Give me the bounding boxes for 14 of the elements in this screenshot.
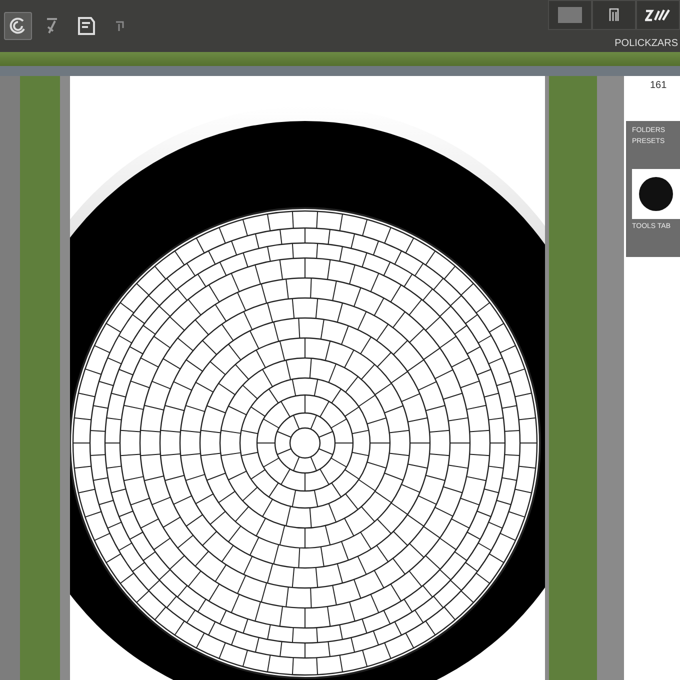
brush-icon <box>45 17 59 35</box>
color-swatch-button[interactable] <box>548 0 592 30</box>
tool-button[interactable] <box>4 12 32 40</box>
thumbnail[interactable] <box>632 169 680 219</box>
bracket-icon <box>609 8 619 22</box>
pen-logo-icon <box>645 8 671 22</box>
pen-logo-button[interactable] <box>636 0 680 30</box>
document-icon <box>77 17 95 35</box>
panel-button[interactable] <box>592 0 636 30</box>
ball-icon <box>638 176 674 212</box>
header-label: POLICKZARS <box>614 38 679 49</box>
swatch-icon <box>558 7 582 23</box>
swirl-icon <box>9 17 27 35</box>
counter-label: 161 <box>649 79 668 93</box>
